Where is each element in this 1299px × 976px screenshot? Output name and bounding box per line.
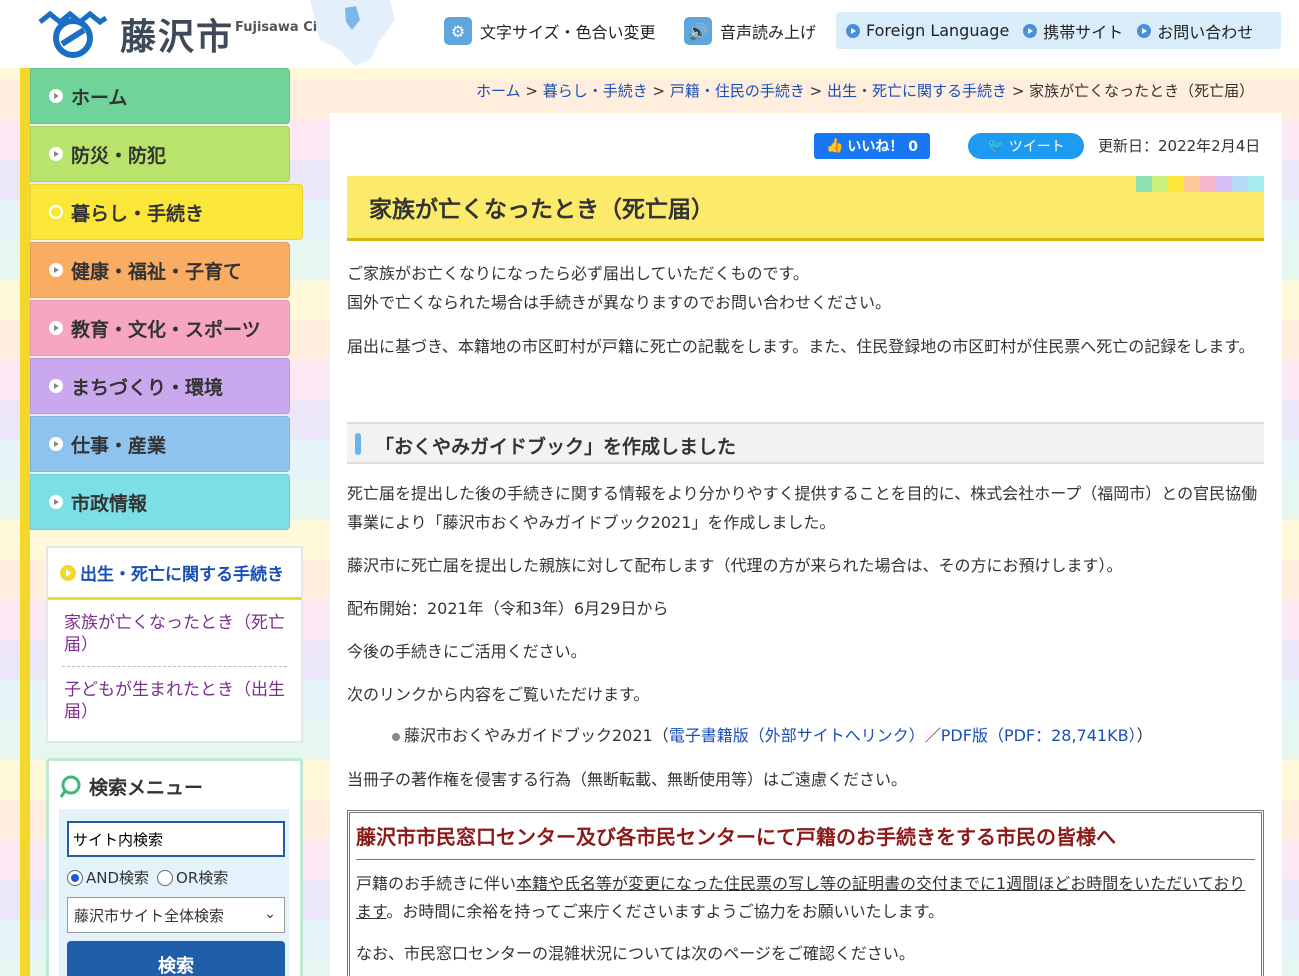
local-nav-item: 家族が亡くなったとき（死亡届）	[62, 600, 287, 667]
utility-links: Foreign Language 携帯サイト お問い合わせ	[836, 12, 1281, 49]
updated-date: 更新日：2022年2月4日	[1098, 137, 1261, 155]
search-icon	[59, 775, 81, 798]
breadcrumb: ホーム > 暮らし・手続き > 戸籍・住民の手続き > 出生・死亡に関する手続き…	[476, 82, 1255, 100]
notice-body: 戸籍のお手続きに伴い本籍や氏名等が変更になった住民票の写し等の証明書の交付までに…	[356, 859, 1255, 968]
distribution-text: 藤沢市に死亡届を提出した親族に対して配布します（代理の方が来られた場合は、その方…	[347, 556, 1123, 575]
gear-icon: ⚙	[444, 17, 472, 45]
arrow-circle-icon	[1023, 23, 1038, 38]
speaker-icon: 🔊	[684, 17, 712, 45]
text-size-color-label: 文字サイズ・色合い変更	[480, 23, 656, 42]
usage-text: 今後の手続きにご活用ください。	[347, 642, 587, 661]
search-menu-title: 検索メニュー	[59, 773, 203, 800]
section-heading-text: 「おくやみガイドブック」を作成しました	[375, 436, 737, 458]
record-text: 届出に基づき、本籍地の市区町村が戸籍に死亡の記載をします。また、住民登録地の市区…	[347, 337, 1255, 356]
breadcrumb-current: 家族が亡くなったとき（死亡届）	[1029, 82, 1255, 100]
nav-item-disaster[interactable]: 防災・防犯	[30, 126, 290, 182]
nav-item-city-info[interactable]: 市政情報	[30, 474, 290, 530]
local-nav-item: 子どもが生まれたとき（出生届）	[62, 667, 287, 733]
search-mode: AND検索 OR検索	[67, 867, 228, 888]
mobile-site-link[interactable]: 携帯サイト	[1023, 19, 1123, 43]
twitter-bird-icon: 🐦	[987, 138, 1005, 154]
site-logo-text[interactable]: 藤沢市	[120, 8, 234, 60]
nav-item-town[interactable]: まちづくり・環境	[30, 358, 290, 414]
arrow-circle-icon	[49, 321, 63, 335]
guidebook-links: 藤沢市おくやみガイドブック2021（電子書籍版（外部サイトへリンク）／PDF版（…	[392, 721, 1153, 750]
search-scope-select[interactable]: 藤沢市サイト全体検索 ⌄	[67, 897, 285, 933]
local-nav-link-birth[interactable]: 子どもが生まれたとき（出生届）	[64, 680, 285, 722]
pdf-link[interactable]: PDF版（PDF：28,741KB）	[941, 726, 1137, 745]
notice-title: 藤沢市市民窓口センター及び各市民センターにて戸籍のお手続きをする市民の皆様へ	[356, 825, 1116, 849]
nav-item-education[interactable]: 教育・文化・スポーツ	[30, 300, 290, 356]
search-menu: 検索メニュー AND検索 OR検索 藤沢市サイト全体検索 ⌄ 検索	[46, 758, 303, 976]
page-title: 家族が亡くなったとき（死亡届）	[369, 197, 714, 223]
nav-item-health[interactable]: 健康・福祉・子育て	[30, 242, 290, 298]
arrow-circle-icon	[49, 263, 63, 277]
ebook-link[interactable]: 電子書籍版（外部サイトへリンク）	[669, 726, 925, 745]
breadcrumb-birth-death[interactable]: 出生・死亡に関する手続き	[827, 82, 1007, 100]
local-nav-link-death[interactable]: 家族が亡くなったとき（死亡届）	[64, 613, 285, 655]
nav-item-living[interactable]: 暮らし・手続き	[30, 184, 303, 240]
breadcrumb-home[interactable]: ホーム	[476, 82, 521, 100]
breadcrumb-registry[interactable]: 戸籍・住民の手続き	[670, 82, 805, 100]
breadcrumb-living[interactable]: 暮らし・手続き	[543, 82, 648, 100]
arrow-circle-icon	[60, 564, 76, 581]
search-button[interactable]: 検索	[67, 941, 285, 976]
arrow-circle-icon	[846, 23, 860, 38]
heading-bar	[355, 433, 361, 455]
voice-reading-tool[interactable]: 🔊 音声読み上げ	[684, 16, 816, 46]
map-silhouette-icon	[310, 0, 395, 66]
and-search-radio[interactable]: AND検索	[67, 867, 149, 888]
search-input[interactable]	[67, 821, 285, 857]
intro-line: 国外で亡くなられた場合は手続きが異なりますのでお問い合わせください。	[347, 293, 892, 312]
nav-item-home[interactable]: ホーム	[30, 68, 290, 124]
radio-circle	[157, 869, 174, 886]
arrow-circle-icon	[49, 147, 63, 161]
local-nav-title-link[interactable]: 出生・死亡に関する手続き	[80, 560, 284, 585]
intro-text: ご家族がお亡くなりになったら必ず届出していただくものです。 国外で亡くなられた場…	[347, 259, 1264, 317]
city-emblem-icon[interactable]	[36, 8, 110, 58]
notice-line: なお、市民窓口センターの混雑状況については次のページをご確認ください。	[356, 944, 915, 963]
arrow-circle-icon	[49, 89, 63, 103]
arrow-circle-icon	[49, 379, 63, 393]
local-nav: 出生・死亡に関する手続き 家族が亡くなったとき（死亡届） 子どもが生まれたとき（…	[46, 546, 303, 743]
search-panel: AND検索 OR検索 藤沢市サイト全体検索 ⌄ 検索	[59, 809, 289, 976]
ring-icon	[49, 205, 63, 219]
chevron-down-icon: ⌄	[264, 906, 276, 922]
guidebook-text: 死亡届を提出した後の手続きに関する情報をより分かりやすく提供することを目的に、株…	[347, 484, 1258, 532]
facebook-like-button[interactable]: 👍 いいね！ 0	[814, 133, 930, 159]
thumbs-up-icon: 👍	[825, 138, 844, 154]
radio-circle	[67, 869, 83, 886]
distribution-start: 配布開始：2021年（令和3年）6月29日から	[347, 599, 669, 618]
copyright-text: 当冊子の著作権を侵害する行為（無断転載、無断使用等）はご遠慮ください。	[347, 770, 908, 789]
section-heading: 「おくやみガイドブック」を作成しました	[347, 422, 1264, 464]
tweet-button[interactable]: 🐦 ツイート	[968, 133, 1084, 159]
contact-link[interactable]: お問い合わせ	[1137, 19, 1253, 43]
page-title-box: 家族が亡くなったとき（死亡届）	[347, 176, 1264, 241]
sidebar-accent-bar	[20, 68, 30, 976]
bullet-icon	[392, 732, 400, 741]
arrow-circle-icon	[49, 495, 63, 509]
arrow-circle-icon	[1137, 23, 1152, 38]
nav-item-work[interactable]: 仕事・産業	[30, 416, 290, 472]
notice-box: 藤沢市市民窓口センター及び各市民センターにて戸籍のお手続きをする市民の皆様へ 戸…	[347, 810, 1264, 976]
link-intro: 次のリンクから内容をご覧いただけます。	[347, 685, 650, 704]
notice-line: 戸籍のお手続きに伴い本籍や氏名等が変更になった住民票の写し等の証明書の交付までに…	[356, 874, 1246, 921]
site-header: 藤沢市 Fujisawa City ⚙ 文字サイズ・色合い変更 🔊 音声読み上げ…	[0, 0, 1299, 68]
main-content: 👍 いいね！ 0 🐦 ツイート 更新日：2022年2月4日 家族が亡くなったとき…	[330, 113, 1282, 976]
text-size-color-tool[interactable]: ⚙ 文字サイズ・色合い変更	[444, 16, 656, 46]
foreign-language-link[interactable]: Foreign Language	[846, 21, 1009, 40]
local-nav-title[interactable]: 出生・死亡に関する手続き	[48, 548, 301, 600]
arrow-circle-icon	[49, 437, 63, 451]
or-search-radio[interactable]: OR検索	[157, 867, 228, 888]
intro-line: ご家族がお亡くなりになったら必ず届出していただくものです。	[347, 264, 809, 283]
color-stripe	[1136, 176, 1264, 192]
voice-reading-label: 音声読み上げ	[720, 23, 817, 42]
